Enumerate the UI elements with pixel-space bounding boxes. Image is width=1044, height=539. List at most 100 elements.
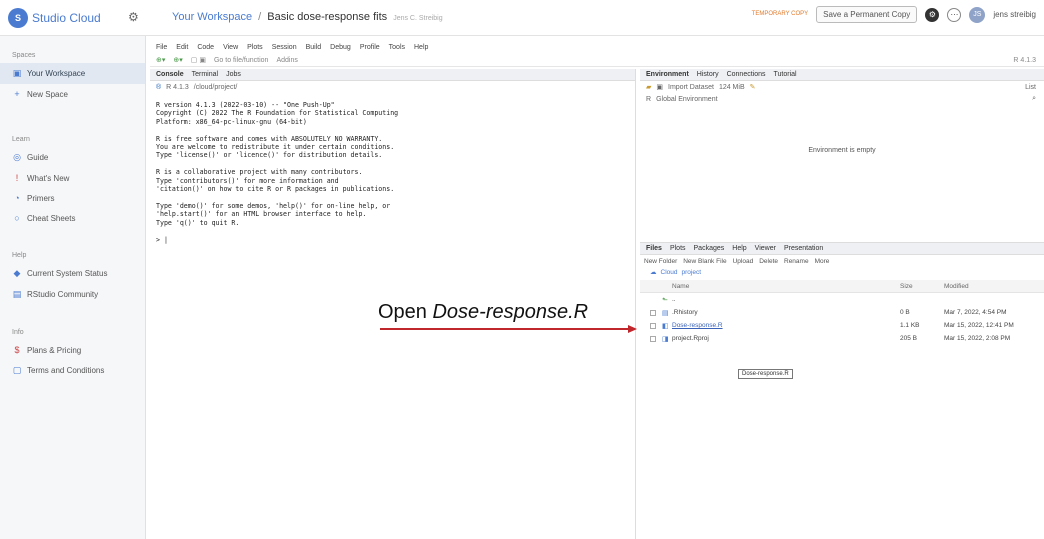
- upload-button[interactable]: Upload: [733, 258, 754, 265]
- console-path[interactable]: /cloud/project/: [194, 84, 238, 91]
- memory-usage[interactable]: 124 MiB: [719, 84, 745, 91]
- row-checkbox[interactable]: [650, 309, 656, 316]
- parent-dir-link[interactable]: ..: [672, 296, 900, 303]
- temporary-copy-badge: TEMPORARY COPY: [751, 11, 809, 17]
- tab-packages[interactable]: Packages: [694, 245, 725, 252]
- path-project[interactable]: project: [681, 269, 701, 276]
- open-project-icon[interactable]: ⊕▾: [173, 56, 182, 64]
- new-folder-button[interactable]: New Folder: [644, 258, 677, 265]
- user-name[interactable]: jens streibig: [993, 10, 1036, 19]
- sidebar-item-primers[interactable]: ◔ Primers: [0, 188, 145, 208]
- sidebar-item-guide[interactable]: ◎ Guide: [0, 147, 145, 168]
- rename-button[interactable]: Rename: [784, 258, 809, 265]
- console-output[interactable]: R version 4.1.3 (2022-03-10) -- "One Pus…: [150, 93, 635, 252]
- console-tabs: Console Terminal Jobs: [150, 69, 635, 81]
- tab-environment[interactable]: Environment: [646, 71, 689, 78]
- sidebar-item-system-status[interactable]: ◆ Current System Status: [0, 263, 145, 284]
- goto-file-input[interactable]: Go to file/function: [214, 57, 268, 64]
- tab-terminal[interactable]: Terminal: [192, 71, 218, 78]
- file-size: 1.1 KB: [900, 322, 920, 329]
- table-row[interactable]: ◧ Dose-response.R 1.1 KB Mar 15, 2022, 1…: [640, 319, 1044, 332]
- file-name-dose-response[interactable]: Dose-response.R: [672, 322, 900, 329]
- terms-icon: ▢: [12, 365, 22, 375]
- gear-icon[interactable]: ⚙: [128, 10, 142, 24]
- settings-icon[interactable]: ⚙: [925, 7, 940, 22]
- sidebar-item-label: Plans & Pricing: [27, 345, 82, 355]
- tab-plots[interactable]: Plots: [670, 245, 686, 252]
- brand-logo[interactable]: S Studio Cloud: [8, 8, 101, 28]
- save-workspace-icon[interactable]: ▣: [656, 83, 663, 91]
- more-button[interactable]: More: [815, 258, 830, 265]
- console-subheader: ® R 4.1.3 /cloud/project/: [150, 81, 635, 93]
- whats-new-icon: !: [15, 173, 19, 183]
- sidebar-item-terms[interactable]: ▢ Terms and Conditions: [0, 360, 145, 381]
- more-options-icon[interactable]: ⋯: [947, 7, 962, 22]
- broom-icon[interactable]: ✎: [750, 83, 756, 91]
- row-checkbox[interactable]: [650, 335, 656, 342]
- file-name[interactable]: project.Rproj: [672, 335, 900, 342]
- menu-profile[interactable]: Profile: [360, 44, 380, 51]
- status-icon: ◆: [13, 268, 21, 278]
- save-permanent-copy-button[interactable]: Save a Permanent Copy: [816, 6, 918, 23]
- save-icon[interactable]: ▢ ▣: [191, 56, 206, 64]
- scope-selector[interactable]: Global Environment: [656, 96, 717, 103]
- addins-button[interactable]: Addins: [276, 57, 297, 64]
- guide-icon: ◎: [13, 152, 21, 162]
- import-dataset-button[interactable]: Import Dataset: [668, 84, 714, 91]
- files-toolbar: New Folder New Blank File Upload Delete …: [640, 255, 1044, 267]
- table-row[interactable]: ◨ project.Rproj 205 B Mar 15, 2022, 2:08…: [640, 332, 1044, 345]
- new-blank-file-button[interactable]: New Blank File: [683, 258, 726, 265]
- menu-build[interactable]: Build: [306, 44, 322, 51]
- r-selector[interactable]: R: [646, 96, 651, 103]
- menu-view[interactable]: View: [223, 44, 238, 51]
- delete-button[interactable]: Delete: [759, 258, 778, 265]
- sidebar-item-community[interactable]: ▤ RStudio Community: [0, 284, 145, 305]
- menu-plots[interactable]: Plots: [247, 44, 263, 51]
- tab-history[interactable]: History: [697, 71, 719, 78]
- r-logo-icon: ®: [156, 83, 162, 91]
- sidebar-item-cheat-sheets[interactable]: ○ Cheat Sheets: [0, 208, 145, 228]
- menu-session[interactable]: Session: [272, 44, 297, 51]
- sidebar-item-whats-new[interactable]: ! What's New: [0, 168, 145, 188]
- files-path-breadcrumb: ☁ Cloud project: [640, 267, 1044, 277]
- tab-console[interactable]: Console: [156, 71, 184, 78]
- tab-files[interactable]: Files: [646, 245, 662, 252]
- menu-edit[interactable]: Edit: [176, 44, 188, 51]
- table-row-up[interactable]: ⬑ ..: [640, 293, 1044, 306]
- annotation-arrow-head: [628, 325, 637, 333]
- search-icon[interactable]: ⌕: [1032, 95, 1036, 103]
- sidebar-item-new-space[interactable]: + New Space: [0, 84, 145, 104]
- tab-viewer[interactable]: Viewer: [755, 245, 776, 252]
- sidebar-item-your-workspace[interactable]: ▣ Your Workspace: [0, 63, 145, 84]
- list-view-toggle[interactable]: List: [1025, 84, 1036, 91]
- column-size[interactable]: Size: [900, 283, 944, 290]
- menu-help[interactable]: Help: [414, 44, 428, 51]
- column-modified[interactable]: Modified: [944, 283, 1044, 290]
- menu-tools[interactable]: Tools: [389, 44, 405, 51]
- tab-connections[interactable]: Connections: [727, 71, 766, 78]
- row-checkbox[interactable]: [650, 322, 656, 329]
- new-file-icon[interactable]: ⊕▾: [156, 56, 165, 64]
- open-folder-icon[interactable]: ▰: [646, 83, 651, 91]
- column-name[interactable]: Name: [672, 283, 900, 290]
- tab-tutorial[interactable]: Tutorial: [774, 71, 797, 78]
- breadcrumb-workspace[interactable]: Your Workspace: [172, 11, 252, 23]
- cheat-sheets-icon: ○: [14, 213, 20, 223]
- breadcrumb: Your Workspace / Basic dose-response fit…: [172, 11, 443, 23]
- plus-icon: +: [14, 89, 20, 99]
- file-size: 205 B: [900, 335, 917, 342]
- tab-jobs[interactable]: Jobs: [226, 71, 241, 78]
- menu-code[interactable]: Code: [197, 44, 214, 51]
- menu-file[interactable]: File: [156, 44, 167, 51]
- avatar[interactable]: JS: [969, 6, 986, 23]
- tab-help[interactable]: Help: [732, 245, 746, 252]
- sidebar-item-label: New Space: [27, 89, 68, 99]
- menu-debug[interactable]: Debug: [330, 44, 351, 51]
- sidebar-section-learn: Learn: [12, 136, 30, 143]
- table-row[interactable]: ▤ .Rhistory 0 B Mar 7, 2022, 4:54 PM: [640, 306, 1044, 319]
- sidebar-item-plans-pricing[interactable]: $ Plans & Pricing: [0, 340, 145, 360]
- path-cloud[interactable]: Cloud: [661, 269, 678, 276]
- file-name[interactable]: .Rhistory: [672, 309, 900, 316]
- file-size: 0 B: [900, 309, 910, 316]
- tab-presentation[interactable]: Presentation: [784, 245, 823, 252]
